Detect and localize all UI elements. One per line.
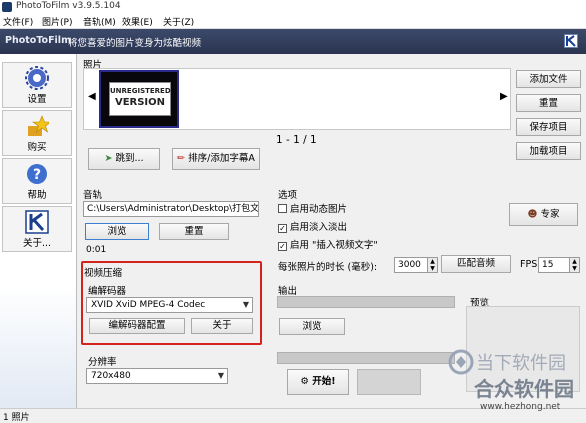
chk-video-text[interactable]: ✓ 启用 "插入视频文字" [278,237,378,251]
codec-about-button[interactable]: 关于 [191,318,253,334]
help-label: 帮助 [27,190,47,201]
start-label: 开始! [312,376,336,387]
stamp-line2: VERSION [114,97,166,108]
chk-animated-pictures[interactable]: 启用动态图片 [278,201,347,215]
codec-label: 编解码器 [88,286,127,297]
k-logo-icon [25,210,49,234]
stop-button[interactable] [357,369,421,395]
codec-value: XVID XviD MPEG-4 Codec [91,300,206,310]
spinner-arrows-icon[interactable]: ▲ ▼ [569,258,579,272]
chk-fade[interactable]: ✓ 启用淡入淡出 [278,219,347,233]
resolution-select[interactable]: 720x480 ▼ [86,368,228,384]
duration-spinner[interactable]: 3000 ▲ ▼ [394,257,438,273]
jump-label: 跳到... [115,153,144,164]
codec-select[interactable]: XVID XviD MPEG-4 Codec ▼ [86,297,253,313]
sort-subtitle-button[interactable]: ✏ 排序/添加字幕A [172,148,260,170]
checkbox-box[interactable]: ✓ [278,242,287,251]
watermark-logo-icon [448,348,474,376]
watermark-url: www.hezhong.net [480,402,561,412]
options-label: 选项 [278,190,298,201]
video-compression-label: 视频压缩 [84,268,123,279]
chevron-down-icon: ▼ [242,300,249,309]
title-bar: PhotoToFilm v3.9.5.104 [0,0,586,14]
checkbox-box[interactable]: ✓ [278,224,287,233]
k-logo-icon [564,34,578,48]
chk-animated-label: 启用动态图片 [290,204,348,215]
sort-label: 排序/添加字幕A [188,153,255,164]
output-label: 输出 [278,286,298,297]
settings-button[interactable]: 设置 [2,62,72,108]
site-watermark: 当下软件园 合众软件园 www.hezhong.net [448,348,586,421]
duration-value: 3000 [398,260,421,270]
resolution-label: 分辨率 [88,357,117,368]
fps-label: FPS [520,259,538,270]
film-reel-icon: ⚙ [300,376,309,387]
jump-to-button[interactable]: ➤ 跳到... [88,148,160,170]
spinner-arrows-icon[interactable]: ▲ ▼ [427,258,437,272]
audio-time: 0:01 [86,245,107,255]
menu-file[interactable]: 文件(F) [3,15,33,28]
load-project-button[interactable]: 加载项目 [516,142,581,160]
menu-bar: 文件(F) 图片(P) 音轨(M) 效果(E) 关于(Z) [0,14,586,29]
expert-button[interactable]: ☻ 专家 [509,203,578,226]
output-path-bar [277,296,455,308]
about-label: 关于... [22,238,52,249]
scroll-right-button[interactable]: ▶ [500,91,508,102]
svg-text:?: ? [33,167,41,183]
audio-reset-button[interactable]: 重置 [159,223,229,240]
start-button[interactable]: ⚙ 开始! [287,369,349,395]
chk-video-text-label: 启用 "插入视频文字" [290,240,378,251]
watermark-line1: 当下软件园 [476,353,566,374]
expert-icon: ☻ [527,209,538,220]
gear-icon [25,66,49,90]
photo-thumbnail[interactable]: UNREGISTERED VERSION [99,70,179,128]
star-icon [25,114,52,138]
reset-photos-button[interactable]: 重置 [516,94,581,112]
resolution-value: 720x480 [91,371,131,381]
scroll-left-button[interactable]: ◀ [88,91,96,102]
about-button[interactable]: 关于... [2,206,72,252]
help-icon: ? [25,162,49,186]
expert-label: 专家 [540,209,560,220]
sidebar-gradient [0,284,76,421]
photo-strip: ◀ ▶ UNREGISTERED VERSION [83,68,511,130]
audio-label: 音轨 [83,190,103,201]
photo-counter: 1 - 1 / 1 [276,134,317,146]
sidebar: 设置 购买 ? 帮助 关于... [0,54,77,421]
window-title: PhotoToFilm v3.9.5.104 [16,1,121,11]
menu-effects[interactable]: 效果(E) [122,15,153,28]
stamp-line1: UNREGISTERED [110,87,171,95]
unregistered-stamp: UNREGISTERED VERSION [109,82,171,116]
settings-label: 设置 [27,94,47,105]
chevron-down-icon: ▼ [217,371,224,380]
status-text: 1 照片 [3,413,30,423]
output-browse-button[interactable]: 浏览 [279,318,345,335]
fps-spinner[interactable]: 15 ▲ ▼ [538,257,580,273]
menu-pictures[interactable]: 图片(P) [42,15,72,28]
watermark-line2: 合众软件园 [474,377,574,401]
progress-bar [277,352,455,364]
tagline: 将您喜爱的图片变身为炫酷视频 [68,38,202,49]
save-project-button[interactable]: 保存项目 [516,118,581,136]
checkbox-box[interactable] [278,204,287,213]
menu-audio[interactable]: 音轨(M) [83,15,116,28]
buy-button[interactable]: 购买 [2,110,72,156]
jump-icon: ➤ [104,153,113,164]
sort-icon: ✏ [177,153,186,164]
audio-browse-button[interactable]: 浏览 [85,223,149,240]
codec-config-button[interactable]: 编解码器配置 [89,318,185,334]
buy-label: 购买 [27,142,47,153]
app-icon [2,2,12,12]
add-file-button[interactable]: 添加文件 [516,70,581,88]
header-band: PhotoToFilm 将您喜爱的图片变身为炫酷视频 [0,29,586,54]
duration-label: 每张照片的时长 (毫秒): [278,262,378,273]
match-audio-button[interactable]: 匹配音频 [441,255,511,273]
audio-path-field[interactable]: C:\Users\Administrator\Desktop\打包文件\pe [83,201,259,217]
menu-about[interactable]: 关于(Z) [163,15,194,28]
help-button[interactable]: ? 帮助 [2,158,72,204]
brand-name: PhotoToFilm [5,35,71,46]
fps-value: 15 [542,260,554,270]
chk-fade-label: 启用淡入淡出 [290,222,348,233]
